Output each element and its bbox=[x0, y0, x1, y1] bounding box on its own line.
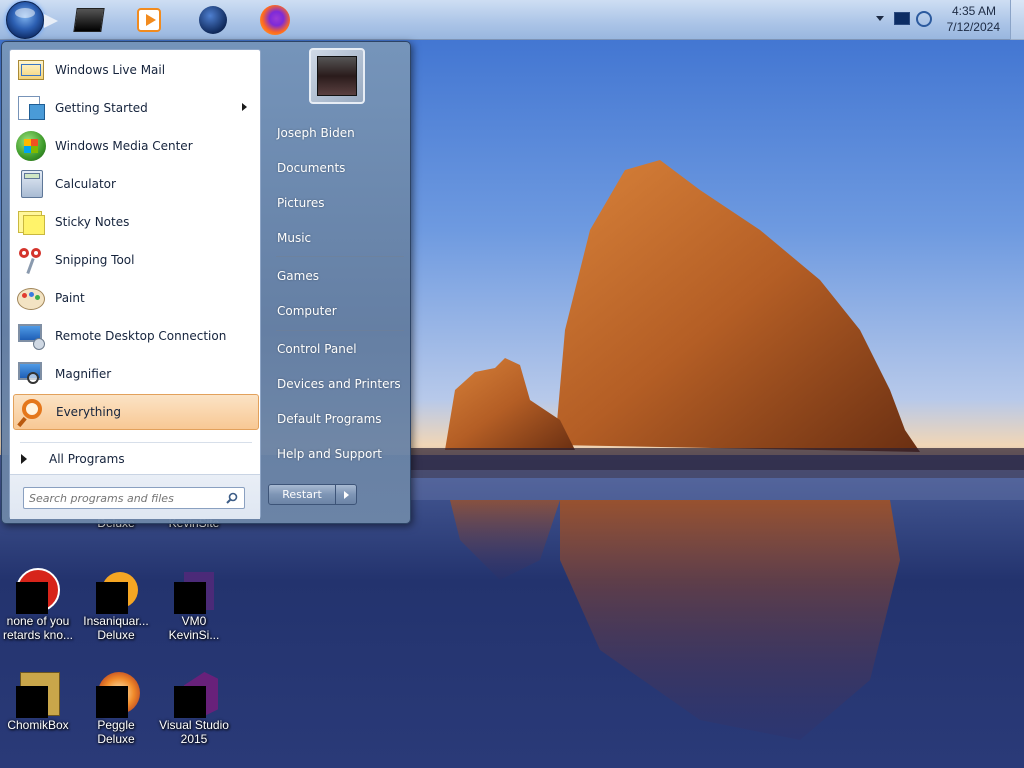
program-label: Sticky Notes bbox=[55, 215, 130, 229]
desktop-icon-caption: Insaniquar... bbox=[83, 614, 149, 628]
program-magnifier[interactable]: Magnifier bbox=[13, 356, 259, 392]
program-label: Magnifier bbox=[55, 367, 112, 381]
system-tray: 4:35 AM 7/12/2024 bbox=[864, 0, 1024, 40]
all-programs-button[interactable]: All Programs bbox=[13, 446, 259, 472]
desktop-icon-caption: Visual Studio bbox=[159, 718, 229, 732]
restart-button[interactable]: Restart bbox=[268, 484, 336, 505]
link-control-panel[interactable]: Control Panel bbox=[268, 334, 408, 364]
start-arrow-icon bbox=[44, 14, 58, 28]
search-box[interactable] bbox=[23, 487, 245, 509]
link-user-folder[interactable]: Joseph Biden bbox=[268, 118, 408, 148]
chevron-right-icon bbox=[344, 491, 349, 499]
program-windows-media-center[interactable]: Windows Media Center bbox=[13, 128, 259, 164]
all-programs-divider bbox=[20, 442, 252, 443]
taskbar-pinned-globe[interactable] bbox=[196, 3, 230, 37]
everything-search-icon bbox=[16, 396, 48, 428]
visual-studio-icon bbox=[170, 670, 218, 718]
taskbar-pinned-media-player[interactable] bbox=[132, 3, 166, 37]
search-icon[interactable] bbox=[226, 492, 238, 504]
all-programs-label: All Programs bbox=[49, 452, 125, 466]
taskbar: 4:35 AM 7/12/2024 bbox=[0, 0, 1024, 40]
media-player-icon bbox=[137, 8, 161, 32]
clock-time[interactable]: 4:35 AM bbox=[926, 4, 996, 18]
programs-pane: Windows Live Mail Getting Started Window… bbox=[9, 49, 261, 519]
start-button[interactable] bbox=[6, 1, 44, 39]
program-label: Everything bbox=[56, 405, 121, 419]
desktop-icon-caption: Peggle Deluxe bbox=[97, 718, 135, 746]
red-circle-icon bbox=[14, 566, 62, 614]
desktop-icon-caption: ChomikBox bbox=[7, 718, 69, 732]
mail-icon bbox=[15, 54, 47, 86]
program-label: Remote Desktop Connection bbox=[55, 329, 227, 343]
program-snipping-tool[interactable]: Snipping Tool bbox=[13, 242, 259, 278]
remote-desktop-icon bbox=[15, 320, 47, 352]
program-windows-live-mail[interactable]: Windows Live Mail bbox=[13, 52, 259, 88]
desktop-icon-none-of-you[interactable]: none of you retards kno... bbox=[0, 566, 76, 642]
show-desktop-button[interactable] bbox=[1010, 0, 1024, 40]
desktop-icon-peggle[interactable]: Peggle Deluxe bbox=[78, 670, 154, 746]
windows-orb-icon bbox=[15, 8, 35, 18]
scissors-icon bbox=[15, 244, 47, 276]
desktop-icon-visual-studio[interactable]: Visual Studio 2015 bbox=[156, 670, 232, 746]
media-center-icon bbox=[15, 130, 47, 162]
link-documents[interactable]: Documents bbox=[268, 153, 408, 183]
file-icon bbox=[170, 566, 218, 614]
program-label: Getting Started bbox=[55, 101, 148, 115]
sticky-notes-icon bbox=[15, 206, 47, 238]
taskbar-pinned-app-1[interactable] bbox=[72, 3, 106, 37]
taskbar-pinned-firefox[interactable] bbox=[258, 3, 292, 37]
user-avatar bbox=[317, 56, 357, 96]
desktop-icon-caption: Deluxe bbox=[97, 628, 135, 642]
link-computer[interactable]: Computer bbox=[268, 296, 408, 326]
shutdown-options-button[interactable] bbox=[335, 484, 357, 505]
program-label: Paint bbox=[55, 291, 85, 305]
firefox-icon bbox=[260, 5, 290, 35]
program-paint[interactable]: Paint bbox=[13, 280, 259, 316]
program-label: Windows Media Center bbox=[55, 139, 193, 153]
submenu-arrow-icon bbox=[242, 103, 247, 111]
program-calculator[interactable]: Calculator bbox=[13, 166, 259, 202]
link-default-programs[interactable]: Default Programs bbox=[268, 404, 408, 434]
chomikbox-icon bbox=[14, 670, 62, 718]
clock-date[interactable]: 7/12/2024 bbox=[930, 20, 1000, 34]
desktop-icon-caption: 2015 bbox=[180, 732, 208, 746]
search-area bbox=[10, 474, 260, 519]
program-label: Calculator bbox=[55, 177, 116, 191]
program-everything[interactable]: Everything bbox=[13, 394, 259, 430]
user-picture[interactable] bbox=[309, 48, 365, 104]
desktop-icon-caption: retards kno... bbox=[2, 628, 74, 642]
desktop-icon-chomikbox[interactable]: ChomikBox bbox=[0, 670, 76, 732]
program-remote-desktop[interactable]: Remote Desktop Connection bbox=[13, 318, 259, 354]
link-help-support[interactable]: Help and Support bbox=[268, 439, 408, 469]
right-divider bbox=[276, 330, 404, 331]
link-devices-printers[interactable]: Devices and Printers bbox=[268, 369, 408, 399]
paint-palette-icon bbox=[15, 282, 47, 314]
fish-icon bbox=[92, 566, 140, 614]
link-music[interactable]: Music bbox=[268, 223, 408, 253]
black-app-icon bbox=[73, 8, 105, 32]
program-getting-started[interactable]: Getting Started bbox=[13, 90, 259, 126]
desktop-icon-caption: KevinSi... bbox=[168, 628, 220, 642]
desktop-icon-caption: none of you bbox=[6, 614, 70, 628]
all-programs-arrow-icon bbox=[21, 454, 27, 464]
program-label: Snipping Tool bbox=[55, 253, 135, 267]
search-input[interactable] bbox=[29, 490, 219, 506]
getting-started-icon bbox=[15, 92, 47, 124]
program-label: Windows Live Mail bbox=[55, 63, 166, 77]
desktop-icon-caption: VM0 bbox=[181, 614, 207, 628]
globe-icon bbox=[199, 6, 227, 34]
desktop-icon-insaniquarium[interactable]: Insaniquar... Deluxe bbox=[78, 566, 154, 642]
magnifier-icon bbox=[15, 358, 47, 390]
show-hidden-icons-icon[interactable] bbox=[876, 16, 884, 21]
right-divider bbox=[276, 256, 404, 257]
calculator-icon bbox=[15, 168, 47, 200]
desktop-icon-vm0[interactable]: VM0 KevinSi... bbox=[156, 566, 232, 642]
monitor-icon[interactable] bbox=[894, 12, 910, 25]
peggle-icon bbox=[92, 670, 140, 718]
start-menu: Windows Live Mail Getting Started Window… bbox=[1, 41, 411, 524]
program-sticky-notes[interactable]: Sticky Notes bbox=[13, 204, 259, 240]
link-pictures[interactable]: Pictures bbox=[268, 188, 408, 218]
link-games[interactable]: Games bbox=[268, 261, 408, 291]
